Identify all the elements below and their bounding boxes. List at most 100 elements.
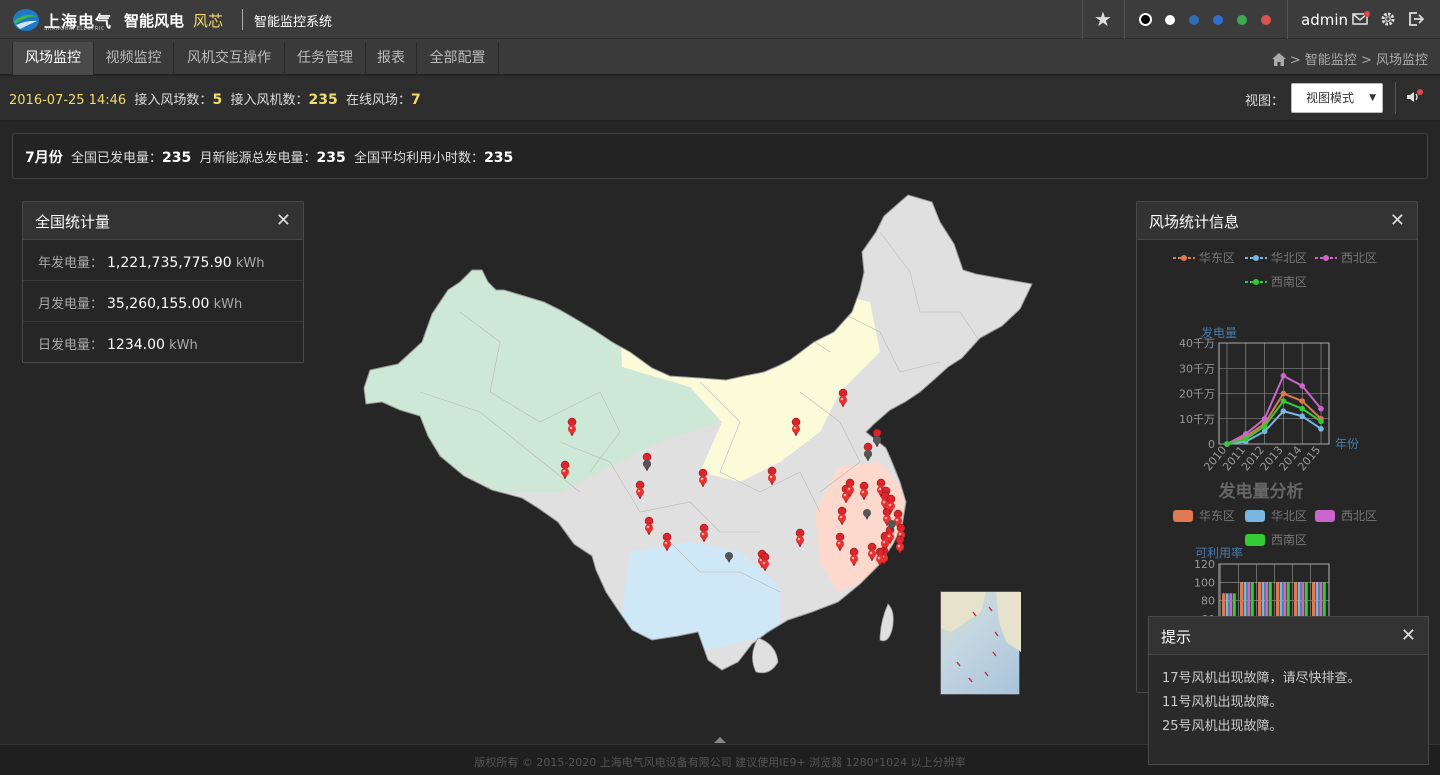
panel-title: 全国统计量: [35, 213, 111, 231]
app-name: 智能风电: [124, 12, 185, 30]
y-tick-label: 10千万: [1179, 413, 1215, 426]
pin-gloss: [869, 551, 873, 555]
legend-label: 西北区: [1341, 509, 1377, 523]
theme-swatch-white[interactable]: [1165, 15, 1175, 25]
bar-chart-title: 发电量分析: [1218, 481, 1304, 502]
pin-gloss: [887, 534, 891, 538]
toast-message: 17号风机出现故障，请尽快排查。: [1162, 671, 1361, 686]
china-map[interactable]: [360, 192, 1040, 692]
theme-swatch-black[interactable]: [1139, 13, 1152, 26]
chevron-down-icon: ▼: [1369, 93, 1376, 103]
map-pin-icon[interactable]: [895, 535, 905, 555]
pin-gloss: [700, 477, 704, 481]
tab-reports[interactable]: 报表: [366, 42, 417, 75]
pin-head: [761, 560, 769, 568]
generation-line-chart[interactable]: 发电量年份010千万20千万30千万40千万201020112012201320…: [1179, 325, 1359, 473]
data-point: [1224, 441, 1230, 447]
divider: [1287, 0, 1288, 39]
pin-head: [886, 533, 894, 541]
favorite-star-icon[interactable]: ★: [1094, 7, 1112, 31]
logout-icon[interactable]: [1408, 11, 1424, 27]
pin-gloss: [895, 518, 899, 522]
divider: [1082, 0, 1083, 39]
close-icon[interactable]: ✕: [1401, 625, 1416, 646]
farms-count: 5: [212, 92, 223, 108]
pin-gloss: [840, 397, 844, 401]
new-energy-generation: 235: [316, 150, 346, 166]
china-regions: [364, 195, 1032, 670]
close-icon[interactable]: ✕: [276, 210, 291, 231]
mail-icon[interactable]: [1352, 11, 1370, 27]
username[interactable]: admin: [1301, 11, 1348, 29]
data-point: [1261, 428, 1268, 435]
south-china-sea-inset: [940, 591, 1021, 695]
data-point: [1280, 373, 1287, 379]
speaker-icon[interactable]: [1406, 89, 1424, 105]
stat-row-annual: 年发电量： 1,221,735,775.90 kWh: [23, 240, 303, 281]
legend-marker: [1253, 279, 1259, 285]
pin-head: [699, 476, 707, 484]
info-summary: 2016-07-25 14:46 接入风场数：5 接入风机数：235 在线风场：…: [9, 92, 421, 108]
line-chart-legend[interactable]: 华东区 华北区 西北区西南区: [1173, 251, 1377, 289]
tab-all-config[interactable]: 全部配置: [417, 42, 499, 75]
breadcrumb-current: 风场监控: [1375, 53, 1428, 68]
pin-gloss: [847, 487, 851, 491]
title-divider: [242, 9, 243, 30]
pin-head: [700, 531, 708, 539]
legend-swatch: [1315, 510, 1335, 522]
tab-video-monitor[interactable]: 视频监控: [94, 42, 174, 75]
pin-gloss: [843, 493, 847, 497]
pin-head: [896, 543, 904, 551]
data-point: [1243, 431, 1249, 437]
pin-head: [768, 474, 776, 482]
tab-turbine-interaction[interactable]: 风机交互操作: [174, 42, 285, 75]
y-tick-label: 100: [1194, 576, 1215, 589]
y-tick-label: 30千万: [1179, 362, 1215, 375]
view-mode-select[interactable]: 视图模式 ▼: [1291, 83, 1383, 113]
data-point: [1280, 398, 1287, 404]
pin-gloss: [762, 561, 766, 565]
top-bar: 上海电气 SHANGHAI ELECTRIC 智能风电 风芯 智能监控系统 ★ …: [0, 0, 1440, 39]
pin-gloss: [878, 487, 882, 491]
national-generation: 235: [162, 150, 192, 166]
pin-head: [568, 425, 576, 433]
theme-swatch-green[interactable]: [1237, 15, 1247, 25]
pin-head: [846, 486, 854, 494]
pin-gloss: [569, 426, 573, 430]
data-point: [1280, 390, 1287, 397]
data-point: [1261, 415, 1268, 422]
pin-head: [663, 540, 671, 548]
theme-swatch-blue[interactable]: [1189, 15, 1199, 25]
panel-title: 风场统计信息: [1149, 213, 1240, 231]
shanghai-electric-logo-icon: [13, 9, 39, 31]
data-point: [1280, 408, 1287, 414]
legend-label: 西南区: [1271, 532, 1307, 547]
pin-gloss: [884, 516, 888, 520]
tab-task-management[interactable]: 任务管理: [285, 42, 366, 75]
tab-wind-farm-monitor[interactable]: 风场监控: [12, 42, 94, 75]
data-point: [1299, 383, 1305, 389]
gear-icon[interactable]: [1380, 11, 1396, 27]
theme-swatch-red[interactable]: [1261, 15, 1271, 25]
south-sea-map: [941, 592, 1021, 683]
breadcrumb-item[interactable]: 智能监控: [1305, 53, 1357, 68]
pin-head: [868, 550, 876, 558]
pin-gloss: [637, 489, 641, 493]
theme-swatch-darkblue[interactable]: [1213, 15, 1223, 25]
collapse-arrow-icon[interactable]: [714, 735, 726, 743]
taiwan-island: [879, 603, 894, 642]
pin-gloss: [839, 515, 843, 519]
pin-head: [863, 509, 871, 517]
current-datetime: 2016-07-25 14:46: [9, 93, 127, 108]
pin-gloss: [562, 469, 566, 473]
pin-head: [792, 425, 800, 433]
monthly-generation: 35,260,155.00: [107, 296, 210, 312]
bar-chart-legend[interactable]: 华东区 华北区 西北区西南区: [1173, 509, 1377, 547]
stat-row-daily: 日发电量： 1234.00 kWh: [38, 337, 198, 353]
copyright: 版权所有 © 2015-2020 上海电气风电设备有限公司 建议使用IE9+ 浏…: [474, 756, 966, 769]
legend-label: 华北区: [1271, 251, 1307, 265]
home-icon[interactable]: [1271, 53, 1286, 66]
y-tick-label: 120: [1194, 558, 1215, 571]
close-icon[interactable]: ✕: [1390, 210, 1405, 231]
toast-title: 提示: [1161, 628, 1192, 646]
